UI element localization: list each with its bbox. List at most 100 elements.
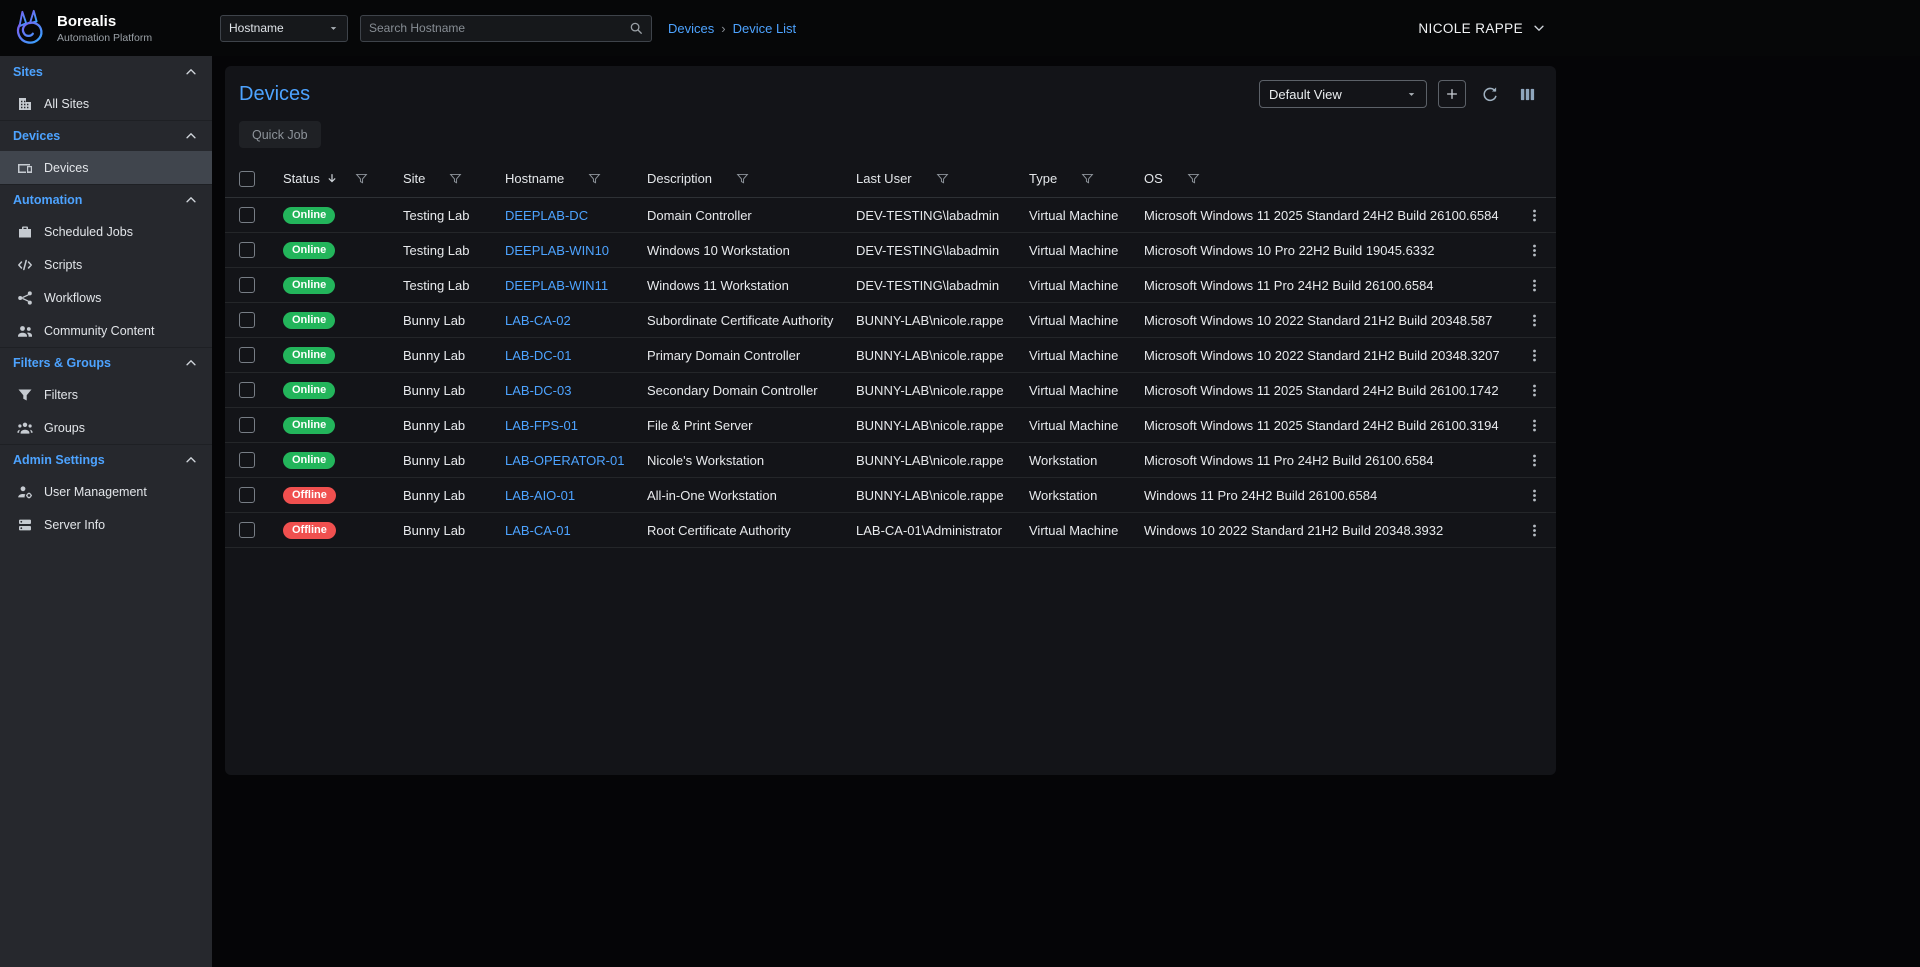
sidebar-item-devices[interactable]: Devices (0, 151, 212, 184)
filter-icon[interactable] (449, 172, 462, 185)
table-row[interactable]: Online Bunny Lab LAB-FPS-01 File & Print… (225, 408, 1556, 443)
os-cell: Windows 11 Pro 24H2 Build 26100.6584 (1144, 488, 1512, 503)
sidebar-item-filters[interactable]: Filters (0, 378, 212, 411)
sidebar-item-all-sites[interactable]: All Sites (0, 87, 212, 120)
column-header-description[interactable]: Description (647, 171, 712, 186)
view-dropdown-value: Default View (1269, 87, 1342, 102)
column-header-os[interactable]: OS (1144, 171, 1163, 186)
column-header-site[interactable]: Site (403, 171, 425, 186)
row-checkbox[interactable] (239, 417, 255, 433)
os-cell: Windows 10 2022 Standard 21H2 Build 2034… (1144, 523, 1512, 538)
row-checkbox[interactable] (239, 487, 255, 503)
table-row[interactable]: Offline Bunny Lab LAB-CA-01 Root Certifi… (225, 513, 1556, 548)
hostname-link[interactable]: DEEPLAB-WIN10 (505, 243, 609, 258)
row-checkbox[interactable] (239, 312, 255, 328)
hostname-link[interactable]: LAB-OPERATOR-01 (505, 453, 624, 468)
table-row[interactable]: Offline Bunny Lab LAB-AIO-01 All-in-One … (225, 478, 1556, 513)
sidebar-section-label: Admin Settings (13, 453, 105, 467)
sidebar-section-admin-settings[interactable]: Admin Settings (0, 444, 212, 475)
last-user-cell: BUNNY-LAB\nicole.rappe (856, 348, 1029, 363)
table-row[interactable]: Online Bunny Lab LAB-DC-03 Secondary Dom… (225, 373, 1556, 408)
hostname-link[interactable]: DEEPLAB-DC (505, 208, 588, 223)
kebab-menu-icon[interactable] (1527, 243, 1542, 258)
sidebar-item-label: Scheduled Jobs (44, 225, 133, 239)
hostname-link[interactable]: LAB-CA-01 (505, 523, 571, 538)
kebab-menu-icon[interactable] (1527, 208, 1542, 223)
description-cell: Windows 11 Workstation (647, 278, 856, 293)
filter-icon[interactable] (1081, 172, 1094, 185)
row-checkbox[interactable] (239, 242, 255, 258)
row-checkbox[interactable] (239, 277, 255, 293)
kebab-menu-icon[interactable] (1527, 348, 1542, 363)
caret-down-icon (1406, 89, 1417, 100)
kebab-menu-icon[interactable] (1527, 313, 1542, 328)
row-checkbox[interactable] (239, 452, 255, 468)
filter-icon[interactable] (736, 172, 749, 185)
kebab-menu-icon[interactable] (1527, 278, 1542, 293)
user-menu[interactable]: NICOLE RAPPE (1418, 0, 1546, 56)
sidebar-item-scheduled-jobs[interactable]: Scheduled Jobs (0, 215, 212, 248)
table-row[interactable]: Online Bunny Lab LAB-DC-01 Primary Domai… (225, 338, 1556, 373)
kebab-menu-icon[interactable] (1527, 488, 1542, 503)
table-row[interactable]: Online Bunny Lab LAB-CA-02 Subordinate C… (225, 303, 1556, 338)
quick-job-button[interactable]: Quick Job (239, 121, 321, 148)
sidebar-section-devices[interactable]: Devices (0, 120, 212, 151)
sidebar-item-label: Community Content (44, 324, 154, 338)
last-user-cell: DEV-TESTING\labadmin (856, 278, 1029, 293)
row-checkbox[interactable] (239, 522, 255, 538)
view-dropdown[interactable]: Default View (1259, 80, 1427, 108)
sort-desc-icon[interactable] (325, 172, 339, 186)
chevron-up-icon (184, 453, 198, 467)
hostname-link[interactable]: LAB-AIO-01 (505, 488, 575, 503)
search-input[interactable] (369, 21, 629, 35)
sidebar-item-scripts[interactable]: Scripts (0, 248, 212, 281)
brand: Borealis Automation Platform (0, 9, 212, 47)
type-cell: Virtual Machine (1029, 348, 1144, 363)
select-all-checkbox[interactable] (239, 171, 255, 187)
search-box[interactable] (360, 15, 652, 42)
search-field-dropdown[interactable]: Hostname (220, 15, 348, 42)
table-row[interactable]: Online Testing Lab DEEPLAB-DC Domain Con… (225, 198, 1556, 233)
row-checkbox[interactable] (239, 347, 255, 363)
hostname-link[interactable]: LAB-CA-02 (505, 313, 571, 328)
filter-icon[interactable] (355, 172, 368, 185)
os-cell: Microsoft Windows 10 Pro 22H2 Build 1904… (1144, 243, 1512, 258)
filter-icon[interactable] (936, 172, 949, 185)
hostname-link[interactable]: LAB-DC-03 (505, 383, 571, 398)
hostname-link[interactable]: LAB-DC-01 (505, 348, 571, 363)
hostname-link[interactable]: LAB-FPS-01 (505, 418, 578, 433)
kebab-menu-icon[interactable] (1527, 418, 1542, 433)
type-cell: Virtual Machine (1029, 278, 1144, 293)
table-header: Status Site Hostname Description (225, 160, 1556, 198)
sidebar-section-sites[interactable]: Sites (0, 56, 212, 87)
sidebar-item-server-info[interactable]: Server Info (0, 508, 212, 541)
hostname-link[interactable]: DEEPLAB-WIN11 (505, 278, 608, 293)
columns-button[interactable] (1514, 81, 1540, 107)
kebab-menu-icon[interactable] (1527, 453, 1542, 468)
table-row[interactable]: Online Testing Lab DEEPLAB-WIN11 Windows… (225, 268, 1556, 303)
filter-icon[interactable] (588, 172, 601, 185)
type-cell: Virtual Machine (1029, 208, 1144, 223)
sidebar-item-groups[interactable]: Groups (0, 411, 212, 444)
add-view-button[interactable] (1438, 80, 1466, 108)
table-row[interactable]: Online Testing Lab DEEPLAB-WIN10 Windows… (225, 233, 1556, 268)
table-row[interactable]: Online Bunny Lab LAB-OPERATOR-01 Nicole'… (225, 443, 1556, 478)
filter-icon[interactable] (1187, 172, 1200, 185)
column-header-last-user[interactable]: Last User (856, 171, 912, 186)
row-checkbox[interactable] (239, 207, 255, 223)
sidebar-item-workflows[interactable]: Workflows (0, 281, 212, 314)
sidebar-item-user-management[interactable]: User Management (0, 475, 212, 508)
breadcrumb-devices[interactable]: Devices (668, 21, 714, 36)
column-header-status[interactable]: Status (283, 171, 320, 186)
sidebar-section-automation[interactable]: Automation (0, 184, 212, 215)
sidebar-item-community-content[interactable]: Community Content (0, 314, 212, 347)
column-header-type[interactable]: Type (1029, 171, 1057, 186)
kebab-menu-icon[interactable] (1527, 383, 1542, 398)
kebab-menu-icon[interactable] (1527, 523, 1542, 538)
row-checkbox[interactable] (239, 382, 255, 398)
column-header-hostname[interactable]: Hostname (505, 171, 564, 186)
devices-table: Status Site Hostname Description (225, 160, 1556, 548)
breadcrumb-device-list[interactable]: Device List (733, 21, 797, 36)
refresh-button[interactable] (1477, 81, 1503, 107)
sidebar-section-filters-groups[interactable]: Filters & Groups (0, 347, 212, 378)
